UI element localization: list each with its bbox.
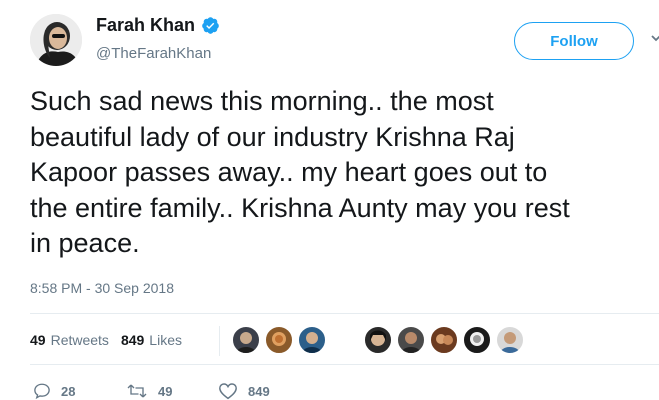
tweet-text-line: the entire family.. Krishna Aunty may yo… xyxy=(30,192,570,223)
tweet-card: Farah Khan @TheFarahKhan Follow Such sad… xyxy=(0,0,659,400)
verified-badge-icon xyxy=(201,16,220,35)
divider xyxy=(30,364,659,365)
more-options-icon[interactable] xyxy=(650,30,659,50)
reply-button[interactable]: 28 xyxy=(33,382,75,400)
stats-separator xyxy=(219,326,220,356)
liker-avatar[interactable] xyxy=(430,326,458,354)
liker-avatar[interactable] xyxy=(397,326,425,354)
liker-avatar[interactable] xyxy=(496,326,524,354)
reply-count: 28 xyxy=(61,383,76,399)
tweet-text-line: Kapoor passes away.. my heart goes out t… xyxy=(30,157,548,187)
liker-avatar[interactable] xyxy=(463,326,491,354)
likes-stat[interactable]: 849 Likes xyxy=(121,332,182,348)
engagement-stats: 49 Retweets 849 Likes xyxy=(30,332,194,348)
retweet-icon xyxy=(127,384,147,398)
display-name[interactable]: Farah Khan xyxy=(96,15,195,36)
retweets-stat[interactable]: 49 Retweets xyxy=(30,332,109,348)
retweets-label: Retweets xyxy=(50,332,109,348)
tweet-text-line: Such sad news this morning.. the most xyxy=(30,86,494,116)
tweet-text-line: in peace. xyxy=(30,228,140,258)
liker-avatar[interactable] xyxy=(298,326,326,354)
liker-avatar[interactable] xyxy=(265,326,293,354)
like-count: 849 xyxy=(248,383,270,399)
tweet-timestamp[interactable]: 8:58 PM - 30 Sep 2018 xyxy=(30,280,174,296)
follow-button[interactable]: Follow xyxy=(514,22,634,60)
divider xyxy=(30,313,659,314)
tweet-text-line: beautiful lady of our industry Krishna R… xyxy=(30,121,515,152)
avatar-image-icon xyxy=(30,14,82,66)
like-button[interactable]: 849 xyxy=(218,382,270,400)
tweet-text: Such sad news this morning.. the most be… xyxy=(30,84,659,262)
author-name-row[interactable]: Farah Khan xyxy=(96,15,220,36)
likes-count: 849 xyxy=(120,332,145,348)
reply-icon xyxy=(34,383,50,400)
heart-icon xyxy=(219,383,237,400)
likes-label: Likes xyxy=(149,332,182,348)
retweet-button[interactable]: 49 xyxy=(126,382,172,400)
retweet-count: 49 xyxy=(158,383,173,399)
avatar[interactable] xyxy=(30,14,82,66)
retweets-count: 49 xyxy=(30,332,46,348)
author-handle[interactable]: @TheFarahKhan xyxy=(96,45,211,62)
liker-avatar[interactable] xyxy=(364,326,392,354)
liker-avatar[interactable] xyxy=(232,326,260,354)
